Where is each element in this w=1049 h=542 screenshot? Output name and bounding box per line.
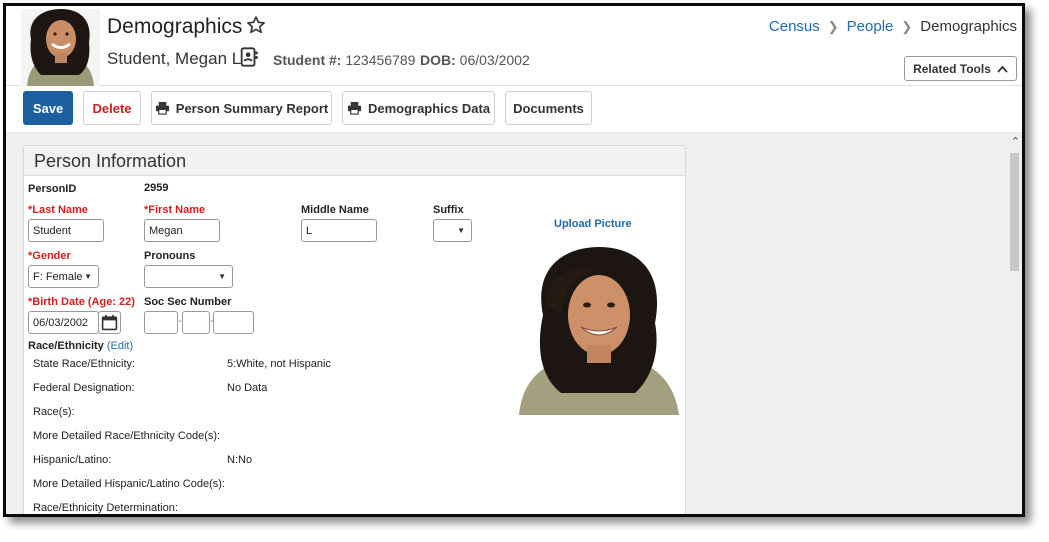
detailed-race-label: More Detailed Race/Ethnicity Code(s): [33, 430, 221, 442]
breadcrumb-census[interactable]: Census [769, 18, 820, 35]
printer-icon [155, 101, 169, 115]
last-name-field[interactable]: Student [28, 219, 104, 242]
demographics-data-label: Demographics Data [367, 100, 491, 116]
chevron-right-icon: ❯ [827, 18, 839, 34]
person-id-value: 2959 [144, 182, 169, 194]
first-name-field[interactable]: Megan [144, 219, 220, 242]
page-title: Demographics [107, 15, 243, 38]
federal-designation-label: Federal Designation: [33, 382, 135, 394]
breadcrumb-current: Demographics [920, 18, 1017, 35]
breadcrumb: Census ❯ People ❯ Demographics [769, 18, 1017, 35]
delete-button[interactable]: Delete [83, 91, 141, 125]
race-ethnicity-heading: Race/Ethnicity (Edit) [28, 340, 134, 352]
scrollbar-thumb[interactable] [1010, 153, 1019, 271]
gender-label: *Gender [28, 250, 71, 262]
middle-name-field[interactable]: L [301, 219, 377, 242]
races-label: Race(s): [33, 406, 75, 418]
detailed-hispanic-label: More Detailed Hispanic/Latino Code(s): [33, 478, 225, 490]
first-name-label: *First Name [144, 204, 206, 216]
date-of-birth: DOB: 06/03/2002 [420, 52, 530, 68]
related-tools-label: Related Tools [913, 61, 991, 76]
printer-icon [347, 101, 361, 115]
hispanic-latino-value: N:No [227, 454, 253, 466]
breadcrumb-people[interactable]: People [847, 18, 894, 35]
person-summary-report-button[interactable]: Person Summary Report [151, 91, 332, 125]
pronouns-label: Pronouns [144, 250, 196, 262]
federal-designation-value: No Data [227, 382, 268, 394]
caret-down-icon: ▼ [457, 226, 465, 235]
calendar-button[interactable] [98, 311, 121, 334]
ssn-label: Soc Sec Number [144, 296, 232, 308]
save-button[interactable]: Save [23, 91, 73, 125]
documents-button[interactable]: Documents [505, 91, 592, 125]
student-number: Student #: 123456789 [273, 52, 416, 68]
upload-picture-link[interactable]: Upload Picture [554, 218, 632, 230]
calendar-icon [101, 315, 118, 331]
ssn-part-3-field[interactable] [213, 311, 254, 334]
chevron-right-icon: ❯ [901, 18, 913, 34]
avatar [21, 9, 100, 86]
contact-card-icon[interactable] [238, 46, 260, 68]
suffix-label: Suffix [433, 204, 464, 216]
related-tools-button[interactable]: Related Tools [904, 56, 1017, 81]
state-race-value: 5:White, not Hispanic [227, 358, 331, 370]
star-icon[interactable] [246, 15, 266, 35]
gender-value: F: Female [33, 271, 83, 283]
person-id-label: PersonID [28, 183, 77, 195]
person-summary-report-label: Person Summary Report [175, 100, 329, 116]
ssn-part-1-field[interactable] [144, 311, 178, 334]
gender-select[interactable]: F: Female ▼ [28, 265, 99, 288]
scroll-up-icon[interactable]: ⌃ [1011, 135, 1020, 148]
student-name: Student, Megan L [107, 49, 242, 68]
hispanic-latino-label: Hispanic/Latino: [33, 454, 112, 466]
birth-date-label: *Birth Date (Age: 22) [28, 296, 135, 308]
page-header: Demographics Student, Megan L Student #:… [6, 6, 1022, 86]
action-toolbar: Save Delete Person Summary Report Demogr… [6, 87, 1022, 133]
middle-name-label: Middle Name [301, 204, 369, 216]
last-name-label: *Last Name [28, 204, 88, 216]
race-edit-link[interactable]: (Edit) [107, 340, 133, 352]
person-information-panel: Person Information PersonID 2959 *Last N… [23, 145, 686, 514]
chevron-up-icon [997, 65, 1008, 73]
demographics-data-button[interactable]: Demographics Data [342, 91, 495, 125]
suffix-select[interactable]: ▼ [433, 219, 472, 242]
app-window: Demographics Student, Megan L Student #:… [3, 3, 1025, 517]
ssn-part-2-field[interactable] [182, 311, 210, 334]
race-determination-label: Race/Ethnicity Determination: [33, 502, 178, 514]
pronouns-select[interactable]: ▼ [144, 265, 233, 288]
student-photo [515, 243, 682, 415]
birth-date-field[interactable]: 06/03/2002 [28, 311, 99, 334]
caret-down-icon: ▼ [84, 272, 92, 281]
main-content: Person Information PersonID 2959 *Last N… [6, 133, 1022, 514]
caret-down-icon: ▼ [218, 272, 226, 281]
state-race-label: State Race/Ethnicity: [33, 358, 136, 370]
panel-title: Person Information [24, 146, 685, 176]
